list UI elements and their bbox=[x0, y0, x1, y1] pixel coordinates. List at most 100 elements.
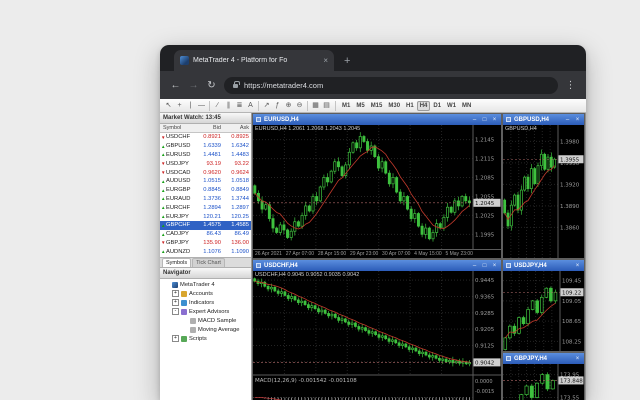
timeframe-h1-button[interactable]: H1 bbox=[403, 101, 417, 111]
close-icon[interactable]: × bbox=[574, 263, 581, 269]
chart-workspace: EURUSD,H4 – □ × EURUSD,H4 1.2061 1.2068 … bbox=[252, 113, 586, 400]
market-watch-row-gbpchf[interactable]: ▲GBPCHF1.45751.4585 bbox=[160, 221, 251, 230]
indicators-icon[interactable]: ƒ bbox=[272, 100, 283, 111]
fibonacci-icon[interactable]: ≣ bbox=[234, 100, 245, 111]
symbol-label: CADJPY bbox=[166, 231, 193, 237]
browser-tab[interactable]: MetaTrader 4 - Platform for Fo × bbox=[174, 50, 334, 71]
market-watch-row-eurgbp[interactable]: ▲EURGBP0.88450.8849 bbox=[160, 186, 251, 195]
bid-value: 1.3736 bbox=[193, 196, 221, 202]
scripts-icon bbox=[181, 336, 187, 342]
symbol-label: EURCHF bbox=[166, 205, 193, 211]
minimize-icon[interactable]: – bbox=[564, 117, 571, 123]
svg-text:1.2145: 1.2145 bbox=[475, 138, 495, 144]
tile-windows-icon[interactable]: ▦ bbox=[310, 100, 321, 111]
zoom-in-icon[interactable]: ⊕ bbox=[283, 100, 294, 111]
market-watch-row-usdcad[interactable]: ▼USDCAD0.96200.9624 bbox=[160, 168, 251, 177]
navigator-item-metatrader-4[interactable]: MetaTrader 4 bbox=[160, 280, 251, 289]
mt4-toolbar: ↖+|— ∕∥≣A ↗ƒ⊕⊖ ▦▤ M1M5M15M30H1H4D1W1MN bbox=[160, 99, 586, 113]
vertical-line-icon[interactable]: | bbox=[185, 100, 196, 111]
back-icon[interactable]: ← bbox=[170, 80, 181, 91]
navigator-item-expert-advisors[interactable]: -Expert Advisors bbox=[160, 307, 251, 316]
market-watch-row-gbpusd[interactable]: ▲GBPUSD1.63391.6342 bbox=[160, 142, 251, 151]
column-ask: Ask bbox=[221, 125, 251, 131]
market-watch-row-cadjpy[interactable]: ▲CADJPY86.4386.49 bbox=[160, 230, 251, 239]
chart-plot-gbpjpy[interactable]: 173.95173.55173.848 bbox=[503, 364, 584, 400]
timeframe-m1-button[interactable]: M1 bbox=[339, 101, 353, 111]
navigator-item-accounts[interactable]: +Accounts bbox=[160, 289, 251, 298]
chart-canvas[interactable]: 1.21451.21151.20851.20551.20251.19951.20… bbox=[253, 125, 501, 249]
market-watch-row-usdchf[interactable]: ▼USDCHF0.89210.8925 bbox=[160, 133, 251, 142]
chart-plot-gbpusd[interactable]: GBPUSD,H4 1.39801.39501.39201.38901.3860… bbox=[503, 125, 584, 258]
timeframe-m15-button[interactable]: M15 bbox=[368, 101, 386, 111]
symbol-label: GBPCHF bbox=[166, 222, 193, 228]
tab-symbols[interactable]: Symbols bbox=[162, 258, 191, 267]
time-axis-label: 27 Apr 07:00 bbox=[286, 251, 314, 257]
close-icon[interactable]: × bbox=[491, 263, 498, 269]
chart-canvas[interactable]: 1.39801.39501.39201.38901.38601.3955 bbox=[503, 125, 584, 258]
chart-plot-usdjpy[interactable]: 109.45109.05108.65108.25109.22 bbox=[503, 271, 584, 351]
collapse-icon[interactable]: - bbox=[172, 308, 179, 315]
navigator-item-indicators[interactable]: +Indicators bbox=[160, 298, 251, 307]
zoom-out-icon[interactable]: ⊖ bbox=[294, 100, 305, 111]
menu-icon[interactable]: ⋮ bbox=[565, 80, 576, 91]
arrows-icon[interactable]: ↗ bbox=[261, 100, 272, 111]
text-icon[interactable]: A bbox=[245, 100, 256, 111]
chart-title-bar[interactable]: GBPJPY,H4 × bbox=[503, 353, 584, 364]
timeframe-m30-button[interactable]: M30 bbox=[385, 101, 403, 111]
trendline-icon[interactable]: ∕ bbox=[212, 100, 223, 111]
expand-icon[interactable]: + bbox=[172, 299, 179, 306]
chart-ohlc-info: EURUSD,H4 1.2061 1.2068 1.2043 1.2045 bbox=[255, 126, 360, 132]
close-icon[interactable]: × bbox=[491, 117, 498, 123]
chart-canvas[interactable]: 173.95173.55173.848 bbox=[503, 364, 584, 400]
restore-icon[interactable]: □ bbox=[481, 117, 488, 123]
new-tab-button[interactable]: + bbox=[344, 55, 350, 67]
tab-close-icon[interactable]: × bbox=[323, 56, 328, 65]
chart-canvas[interactable]: 109.45109.05108.65108.25109.22 bbox=[503, 271, 584, 351]
svg-text:108.25: 108.25 bbox=[562, 339, 582, 345]
chart-plot-eurusd[interactable]: EURUSD,H4 1.2061 1.2068 1.2043 1.2045 1.… bbox=[253, 125, 501, 249]
market-watch-row-audnzd[interactable]: ▲AUDNZD1.10761.1090 bbox=[160, 247, 251, 256]
timeframe-d1-button[interactable]: D1 bbox=[430, 101, 444, 111]
channel-icon[interactable]: ∥ bbox=[223, 100, 234, 111]
market-watch-row-audusd[interactable]: ▲AUDUSD1.05151.0518 bbox=[160, 177, 251, 186]
cursor-icon[interactable]: ↖ bbox=[163, 100, 174, 111]
timeframe-w1-button[interactable]: W1 bbox=[444, 101, 459, 111]
market-watch-row-eurjpy[interactable]: ▲EURJPY120.21120.25 bbox=[160, 212, 251, 221]
market-watch-row-gbpjpy[interactable]: ▼GBPJPY135.90136.00 bbox=[160, 239, 251, 248]
toolbar-separator bbox=[307, 101, 308, 111]
navigator-item-macd-sample[interactable]: MACD Sample bbox=[160, 316, 251, 325]
forward-icon[interactable]: → bbox=[188, 80, 199, 91]
tab-tick-chart[interactable]: Tick Chart bbox=[192, 258, 225, 267]
horizontal-line-icon[interactable]: — bbox=[196, 100, 207, 111]
bid-value: 1.1076 bbox=[193, 249, 221, 255]
navigator-item-scripts[interactable]: +Scripts bbox=[160, 334, 251, 343]
market-watch-row-eurchf[interactable]: ▲EURCHF1.28941.2897 bbox=[160, 203, 251, 212]
crosshair-icon[interactable]: + bbox=[174, 100, 185, 111]
timeframe-m5-button[interactable]: M5 bbox=[353, 101, 367, 111]
close-icon[interactable]: × bbox=[574, 117, 581, 123]
chart-plot-usdchf[interactable]: USDCHF,H4 0.9045 0.9052 0.9035 0.9042 0.… bbox=[253, 271, 501, 400]
address-bar[interactable]: https://metatrader4.com bbox=[224, 77, 558, 94]
chart-title-bar[interactable]: GBPUSD,H4 – × bbox=[503, 114, 584, 125]
expand-icon[interactable]: + bbox=[172, 335, 179, 342]
chart-title-bar[interactable]: USDJPY,H4 × bbox=[503, 260, 584, 271]
timeframe-h4-button[interactable]: H4 bbox=[417, 101, 431, 111]
timeframe-mn-button[interactable]: MN bbox=[459, 101, 474, 111]
market-watch-row-euraud[interactable]: ▲EURAUD1.37361.3744 bbox=[160, 195, 251, 204]
market-watch-row-eurusd[interactable]: ▲EURUSD1.44811.4483 bbox=[160, 151, 251, 160]
expand-icon[interactable]: + bbox=[172, 290, 179, 297]
reload-icon[interactable]: ↻ bbox=[206, 80, 217, 91]
chart-title-bar[interactable]: USDCHF,H4 – □ × bbox=[253, 260, 501, 271]
url-text: https://metatrader4.com bbox=[244, 81, 323, 90]
minimize-icon[interactable]: – bbox=[471, 117, 478, 123]
chart-window-eurusd: EURUSD,H4 – □ × EURUSD,H4 1.2061 1.2068 … bbox=[252, 113, 502, 259]
new-chart-icon[interactable]: ▤ bbox=[321, 100, 332, 111]
symbol-label: USDCHF bbox=[166, 134, 193, 140]
market-watch-row-usdjpy[interactable]: ▼USDJPY93.1993.22 bbox=[160, 159, 251, 168]
close-icon[interactable]: × bbox=[574, 356, 581, 362]
chart-canvas[interactable]: 0.94450.93650.92850.92050.91250.90450.90… bbox=[253, 271, 501, 400]
restore-icon[interactable]: □ bbox=[481, 263, 488, 269]
chart-title-bar[interactable]: EURUSD,H4 – □ × bbox=[253, 114, 501, 125]
minimize-icon[interactable]: – bbox=[471, 263, 478, 269]
navigator-item-moving-average[interactable]: Moving Average bbox=[160, 325, 251, 334]
